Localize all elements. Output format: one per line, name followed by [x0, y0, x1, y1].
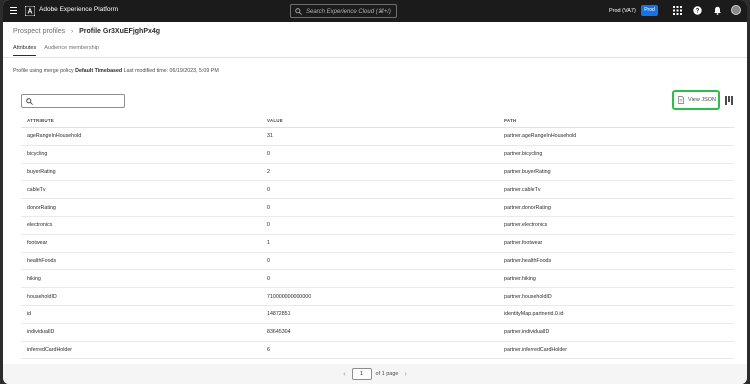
top-bar: Adobe Experience Platform Search Experie… — [3, 0, 747, 22]
column-header-path[interactable]: PATH — [504, 118, 734, 123]
global-search-input[interactable]: Search Experience Cloud (⌘+/) — [290, 4, 397, 18]
table-row[interactable]: donorRating 0 partner.donorRating — [21, 199, 734, 217]
attribute-cell: hiking — [27, 275, 41, 282]
table-row[interactable]: hiking 0 partner.hiking — [21, 270, 734, 289]
value-cell: 0 — [267, 204, 270, 211]
app-window: Adobe Experience Platform Search Experie… — [3, 0, 747, 384]
breadcrumb: Prospect profiles › Profile Gr3XuEFjghPx… — [13, 28, 160, 35]
value-cell: 0 — [267, 257, 270, 264]
path-cell: partner.electronics — [504, 222, 548, 229]
attribute-cell: buyerRating — [27, 168, 56, 175]
page-count: of 1 page — [375, 371, 399, 377]
column-header-attribute[interactable]: ATTRIBUTE — [21, 118, 265, 123]
policy-name: Default Timebased — [75, 68, 123, 74]
notifications-bell-icon[interactable] — [713, 6, 722, 15]
path-cell: partner.buyerRating — [504, 168, 551, 175]
column-header-value[interactable]: VALUE — [265, 118, 504, 123]
tab-list: Attributes Audience membership — [13, 45, 107, 56]
menu-icon[interactable] — [10, 7, 17, 14]
attribute-cell: individualID — [27, 329, 55, 336]
user-avatar[interactable] — [731, 5, 741, 15]
path-cell: partner.donorRating — [504, 204, 551, 211]
merge-policy-info: Profile using merge policy Default Timeb… — [13, 68, 219, 74]
table-row[interactable]: id 14872851 identityMap.partnerid.0.id — [21, 306, 734, 324]
table-row[interactable]: footwear 1 partner.footwear — [21, 235, 734, 253]
value-cell: 0 — [267, 222, 270, 229]
app-name[interactable]: Adobe Experience Platform — [39, 6, 118, 13]
table-row[interactable]: healthFoods 0 partner.healthFoods — [21, 253, 734, 271]
table-row[interactable]: bicycling 0 partner.bicycling — [21, 146, 734, 164]
path-cell: partner.hiking — [504, 275, 536, 282]
svg-text:?: ? — [696, 9, 700, 15]
page-title: Profile Gr3XuEFjghPx4g — [79, 28, 161, 35]
value-cell: 710000000000000 — [267, 293, 312, 300]
attribute-cell: footwear — [27, 240, 48, 247]
table-row[interactable]: electronics 0 partner.electronics — [21, 217, 734, 235]
attribute-cell: healthFoods — [27, 257, 57, 264]
path-cell: partner.inferredCardHolder — [504, 346, 568, 353]
table-row[interactable]: cableTv 0 partner.cableTv — [21, 181, 734, 200]
sandbox-switcher[interactable]: Prod (VA7) — [609, 8, 636, 14]
attributes-table: ATTRIBUTE VALUE PATH ageRangeInHousehold… — [21, 113, 734, 360]
value-cell: 6 — [267, 346, 270, 353]
help-icon[interactable]: ? — [693, 6, 702, 15]
attribute-cell: cableTv — [27, 186, 46, 193]
table-body: ageRangeInHousehold 31 partner.ageRangeInH… — [21, 128, 734, 360]
value-cell: 31 — [267, 133, 273, 140]
previous-page-icon[interactable]: ‹ — [343, 371, 345, 378]
last-modified: Last modified time: 06/19/2023, 5:09 PM — [123, 68, 219, 74]
value-cell: 14872851 — [267, 311, 291, 318]
path-cell: partner.healthFoods — [504, 257, 552, 264]
sandbox-badge: Prod — [641, 5, 658, 16]
next-page-icon[interactable]: › — [404, 371, 406, 378]
path-cell: partner.footwear — [504, 240, 543, 247]
tabs-divider — [3, 57, 747, 58]
view-json-label: View JSON — [688, 97, 717, 103]
search-placeholder: Search Experience Cloud (⌘+/) — [306, 8, 391, 15]
adobe-logo-icon[interactable] — [25, 6, 35, 16]
tab-attributes[interactable]: Attributes — [13, 45, 37, 56]
value-cell: 0 — [267, 186, 270, 193]
table-header: ATTRIBUTE VALUE PATH — [21, 113, 734, 128]
path-cell: partner.individualID — [504, 329, 550, 336]
path-cell: partner.ageRangeInHousehold — [504, 133, 577, 140]
column-settings-icon[interactable] — [725, 96, 733, 105]
value-cell: 0 — [267, 151, 270, 158]
attribute-cell: donorRating — [27, 204, 56, 211]
value-cell: 1 — [267, 240, 270, 247]
table-row[interactable]: individualID 83645304 partner.individualID — [21, 324, 734, 342]
path-cell: identityMap.partnerid.0.id — [504, 311, 564, 318]
apps-grid-icon[interactable] — [673, 6, 682, 15]
chevron-right-icon: › — [71, 28, 74, 35]
value-cell: 2 — [267, 168, 270, 175]
path-cell: partner.bicycling — [504, 151, 543, 158]
table-row[interactable]: inferredCardHolder 6 partner.inferredCardH… — [21, 342, 734, 360]
table-row[interactable]: ageRangeInHousehold 31 partner.ageRangeInH… — [21, 128, 734, 146]
attribute-cell: ageRangeInHousehold — [27, 133, 82, 140]
pagination: ‹ 1 of 1 page › — [3, 364, 747, 384]
path-cell: partner.cableTv — [504, 186, 541, 193]
value-cell: 83645304 — [267, 329, 291, 336]
attribute-search-input[interactable] — [21, 94, 125, 108]
attribute-cell: bicycling — [27, 151, 48, 158]
path-cell: partner.householdID — [504, 293, 552, 300]
table-row[interactable]: householdID 710000000000000 partner.househ… — [21, 288, 734, 306]
document-icon — [678, 96, 684, 104]
table-row[interactable]: buyerRating 2 partner.buyerRating — [21, 164, 734, 182]
policy-prefix: Profile using merge policy — [13, 68, 74, 74]
attribute-cell: inferredCardHolder — [27, 346, 73, 353]
tab-audience-membership[interactable]: Audience membership — [44, 45, 99, 56]
attribute-cell: id — [27, 311, 32, 318]
attribute-cell: electronics — [27, 222, 53, 229]
search-icon — [26, 98, 33, 105]
value-cell: 0 — [267, 275, 270, 282]
attribute-cell: householdID — [27, 293, 57, 300]
view-json-button[interactable]: View JSON — [672, 90, 720, 110]
page-number-input[interactable]: 1 — [351, 368, 372, 380]
breadcrumb-prospect-profiles[interactable]: Prospect profiles — [13, 28, 65, 35]
search-icon — [295, 7, 302, 15]
